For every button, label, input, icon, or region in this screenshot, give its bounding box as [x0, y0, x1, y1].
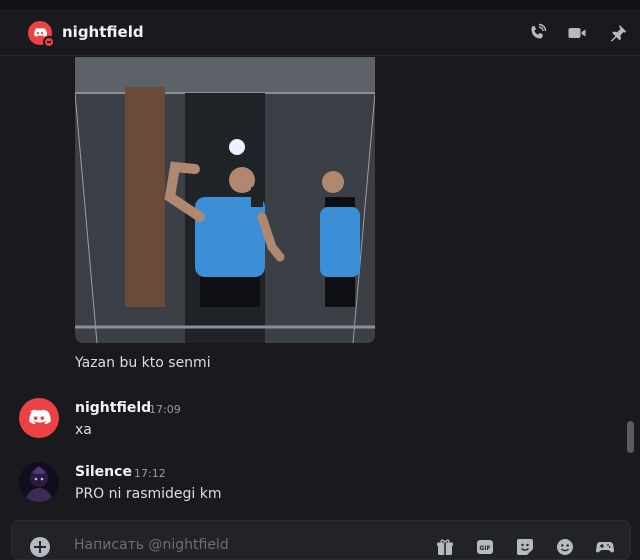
add-icon[interactable]: [30, 537, 50, 557]
dm-title: nightfield: [62, 23, 144, 41]
message-text: xa: [75, 422, 92, 438]
gif-icon[interactable]: GIF: [475, 537, 495, 557]
window-top-strip: [0, 0, 640, 9]
svg-text:GIF: GIF: [479, 545, 490, 552]
author-avatar[interactable]: [19, 398, 59, 438]
message-item: Silence 17:12 PRO ni rasmidegi km: [0, 462, 640, 512]
discord-logo-icon: [29, 409, 51, 425]
emoji-icon[interactable]: [555, 537, 575, 557]
message-composer: GIF: [11, 520, 631, 560]
message-timestamp: 17:09: [149, 403, 181, 416]
channel-header: nightfield: [0, 9, 640, 56]
author-name[interactable]: Silence: [75, 464, 132, 480]
message-text: PRO ni rasmidegi km: [75, 486, 222, 502]
image-caption: Yazan bu kto senmi: [75, 355, 211, 371]
character-avatar-icon: [19, 462, 59, 502]
call-icon[interactable]: [527, 23, 547, 43]
author-avatar[interactable]: [19, 462, 59, 502]
message-input[interactable]: [74, 535, 414, 555]
dnd-status-icon: [43, 36, 55, 48]
game-icon[interactable]: [595, 537, 615, 557]
message-list: Yazan bu kto senmi nightfield 17:09 xa S…: [0, 57, 640, 520]
message-item: nightfield 17:09 xa: [0, 398, 640, 448]
message-timestamp: 17:12: [134, 467, 166, 480]
author-name[interactable]: nightfield: [75, 400, 151, 416]
header-avatar[interactable]: [28, 21, 55, 48]
gift-icon[interactable]: [435, 537, 455, 557]
video-icon[interactable]: [567, 23, 587, 43]
sticker-icon[interactable]: [515, 537, 535, 557]
attached-image[interactable]: [75, 57, 375, 343]
pin-icon[interactable]: [608, 23, 628, 43]
scrollbar-thumb[interactable]: [627, 421, 634, 453]
